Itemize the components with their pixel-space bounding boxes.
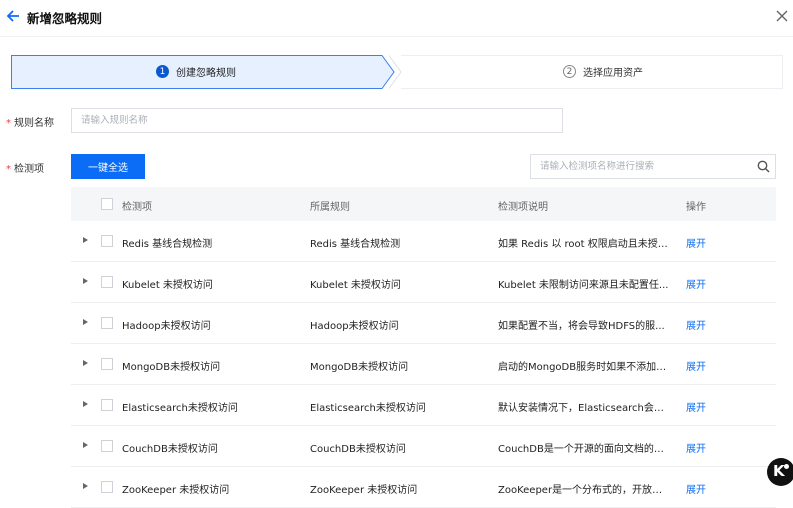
column-header-description: 检测项说明 (498, 202, 548, 213)
row-checkbox[interactable] (101, 235, 113, 247)
row-checkbox[interactable] (101, 440, 113, 452)
required-mark: * (6, 164, 11, 175)
expand-row-icon[interactable] (83, 401, 88, 407)
expand-link[interactable]: 展开 (686, 399, 706, 414)
expand-row-icon[interactable] (83, 278, 88, 284)
table-row: ZooKeeper 未授权访问 ZooKeeper 未授权访问 ZooKeeper是… (71, 467, 776, 508)
table-row: MongoDB未授权访问 MongoDB未授权访问 启动的MongoDB服务时如果不… (71, 344, 776, 385)
column-header-item: 检测项 (122, 202, 152, 213)
item-name: Elasticsearch未授权访问 (122, 403, 238, 414)
item-rule: ZooKeeper 未授权访问 (310, 485, 418, 496)
search-box (530, 154, 776, 179)
select-all-button[interactable]: 一键全选 (71, 154, 145, 179)
step-2-number: 2 (563, 65, 576, 78)
table-row: Elasticsearch未授权访问 Elasticsearch未授权访问 默认安装… (71, 385, 776, 426)
item-name: MongoDB未授权访问 (122, 362, 221, 373)
item-rule: CouchDB未授权访问 (310, 444, 406, 455)
expand-row-icon[interactable] (83, 237, 88, 243)
step-1: 1 创建忽略规则 (156, 64, 236, 79)
item-rule: Elasticsearch未授权访问 (310, 403, 426, 414)
row-checkbox[interactable] (101, 399, 113, 411)
step-2-label: 选择应用资产 (583, 68, 643, 79)
step-2[interactable]: 2 选择应用资产 (563, 64, 643, 79)
step-1-number: 1 (156, 65, 169, 78)
expand-row-icon[interactable] (83, 319, 88, 325)
row-checkbox[interactable] (101, 481, 113, 493)
required-mark: * (6, 118, 11, 129)
item-rule: Kubelet 未授权访问 (310, 280, 401, 291)
back-arrow-icon[interactable] (6, 9, 20, 23)
detection-items-table: 检测项 所属规则 检测项说明 操作 Redis 基线合规检测 Redis 基线合规… (71, 187, 776, 508)
item-description: Kubelet 未限制访问来源且未配置任... (498, 280, 669, 291)
item-name: Hadoop未授权访问 (122, 321, 211, 332)
expand-link[interactable]: 展开 (686, 481, 706, 496)
rule-name-label: * 规则名称 (6, 114, 54, 129)
expand-link[interactable]: 展开 (686, 276, 706, 291)
item-description: 如果配置不当，将会导致HDFS的服... (498, 321, 665, 332)
column-header-rule: 所属规则 (310, 202, 350, 213)
item-rule: MongoDB未授权访问 (310, 362, 409, 373)
column-header-action: 操作 (686, 202, 706, 213)
table-row: Hadoop未授权访问 Hadoop未授权访问 如果配置不当，将会导致HDFS的服.… (71, 303, 776, 344)
item-name: Kubelet 未授权访问 (122, 280, 213, 291)
row-checkbox[interactable] (101, 276, 113, 288)
step-indicator: 1 创建忽略规则 2 选择应用资产 (11, 55, 783, 89)
expand-row-icon[interactable] (83, 360, 88, 366)
rule-name-label-text: 规则名称 (14, 118, 54, 129)
expand-row-icon[interactable] (83, 442, 88, 448)
item-name: Redis 基线合规检测 (122, 239, 213, 250)
expand-link[interactable]: 展开 (686, 358, 706, 373)
item-rule: Hadoop未授权访问 (310, 321, 399, 332)
item-description: 启动的MongoDB服务时如果不添加任... (498, 362, 670, 373)
item-name: CouchDB未授权访问 (122, 444, 218, 455)
item-description: 如果 Redis 以 root 权限启动且未授权... (498, 239, 670, 250)
item-description: ZooKeeper是一个分布式的，开放源... (498, 485, 670, 496)
step-1-label: 创建忽略规则 (176, 68, 236, 79)
detection-items-label: * 检测项 (6, 160, 44, 175)
table-row: Redis 基线合规检测 Redis 基线合规检测 如果 Redis 以 root … (71, 221, 776, 262)
expand-link[interactable]: 展开 (686, 440, 706, 455)
expand-link[interactable]: 展开 (686, 235, 706, 250)
steps-background (11, 55, 783, 89)
table-row: Kubelet 未授权访问 Kubelet 未授权访问 Kubelet 未限制访问来… (71, 262, 776, 303)
table-row: CouchDB未授权访问 CouchDB未授权访问 CouchDB是一个开源的面向文… (71, 426, 776, 467)
detection-items-label-text: 检测项 (14, 164, 44, 175)
item-description: CouchDB是一个开源的面向文档的数... (498, 444, 670, 455)
rule-name-input[interactable] (71, 108, 563, 133)
item-rule: Redis 基线合规检测 (310, 239, 401, 250)
dialog-header: 新增忽略规则 (0, 0, 793, 37)
item-name: ZooKeeper 未授权访问 (122, 485, 230, 496)
close-icon[interactable] (776, 10, 788, 22)
app-logo: K (767, 458, 793, 486)
search-icon[interactable] (757, 160, 770, 173)
expand-link[interactable]: 展开 (686, 317, 706, 332)
search-input[interactable] (531, 155, 746, 178)
table-header: 检测项 所属规则 检测项说明 操作 (71, 187, 776, 221)
expand-row-icon[interactable] (83, 483, 88, 489)
row-checkbox[interactable] (101, 358, 113, 370)
page-title: 新增忽略规则 (27, 11, 103, 26)
select-all-checkbox[interactable] (101, 198, 113, 210)
row-checkbox[interactable] (101, 317, 113, 329)
item-description: 默认安装情况下，Elasticsearch会开... (498, 403, 670, 414)
